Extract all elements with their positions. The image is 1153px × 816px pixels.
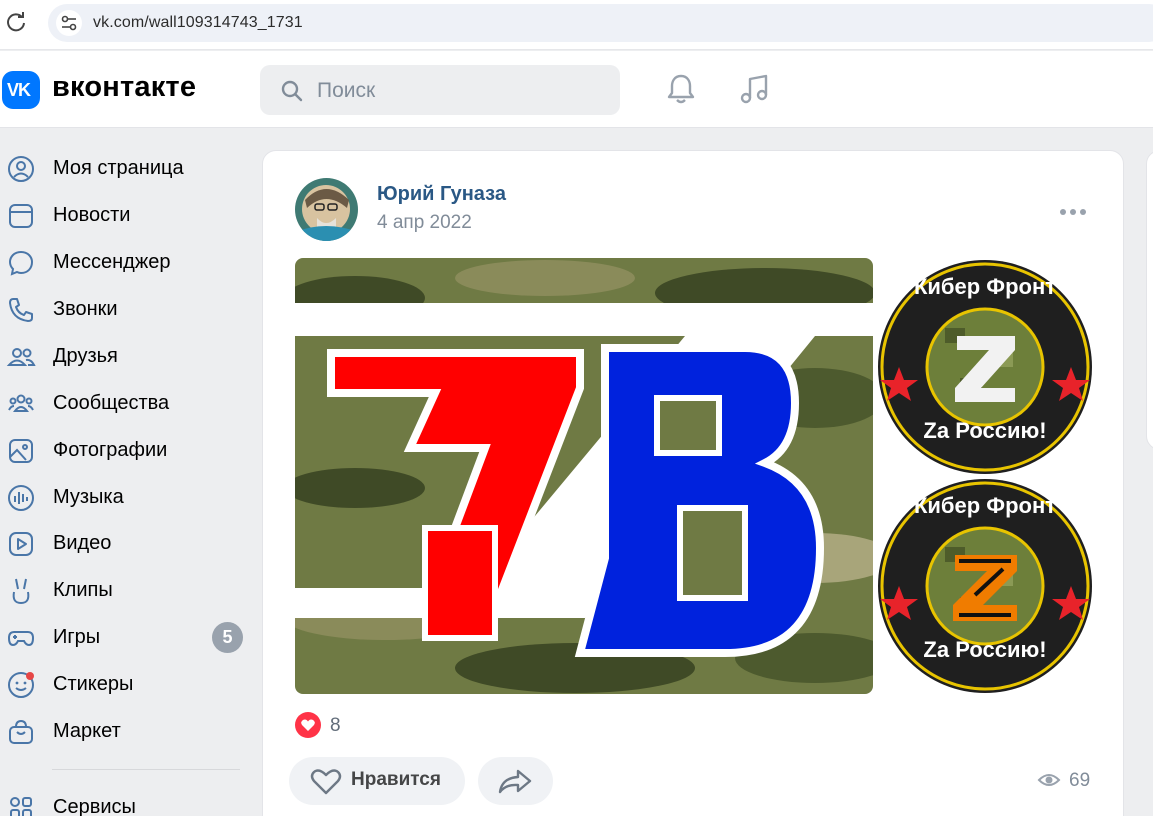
search-icon: [281, 80, 303, 102]
browser-toolbar: vk.com/wall109314743_1731: [0, 0, 1153, 50]
right-sidebar-card: [1146, 150, 1153, 450]
address-bar[interactable]: vk.com/wall109314743_1731: [48, 4, 1153, 42]
bell-icon[interactable]: [663, 71, 699, 107]
search-placeholder: Поиск: [317, 79, 376, 102]
menu-item-label: Новости: [53, 204, 131, 226]
bag-icon: [9, 719, 33, 744]
like-button-label: Нравится: [351, 769, 441, 790]
menu-item-photos[interactable]: Фотографии: [0, 430, 250, 470]
sticker-1-caption-bottom: Za Россию!: [923, 418, 1047, 443]
share-button[interactable]: [478, 757, 553, 805]
video-icon: [9, 532, 33, 556]
menu-item-label: Друзья: [53, 345, 118, 367]
menu-item-news[interactable]: Новости: [0, 195, 250, 235]
menu-item-games[interactable]: Игры 5: [0, 617, 250, 657]
views-count: 69: [1069, 770, 1091, 791]
menu-item-friends[interactable]: Друзья: [0, 336, 250, 376]
author-avatar[interactable]: [295, 178, 358, 241]
eye-icon: [1037, 774, 1061, 786]
vk-logo-icon[interactable]: VK: [2, 71, 40, 109]
sticker-badge-2[interactable]: Кибер Фронт Za Россию!: [875, 477, 1095, 695]
menu-item-label: Музыка: [53, 486, 124, 508]
user-circle-icon: [8, 156, 34, 182]
sticker-2-caption-bottom: Za Россию!: [923, 637, 1047, 662]
like-button[interactable]: Нравится: [289, 757, 465, 805]
menu-item-clips[interactable]: Клипы: [0, 570, 250, 610]
sticker-2-caption-top: Кибер Фронт: [913, 493, 1057, 518]
menu-divider: [52, 769, 240, 770]
reload-icon[interactable]: [4, 10, 28, 34]
gamepad-icon: [7, 631, 35, 647]
phone-icon: [9, 298, 33, 322]
menu-item-services[interactable]: Сервисы: [0, 787, 250, 816]
music-bars-icon: [8, 485, 34, 511]
menu-item-label: Моя страница: [53, 157, 184, 179]
menu-item-label: Видео: [53, 532, 112, 554]
chat-bubble-icon: [8, 250, 34, 276]
menu-item-my-page[interactable]: Моя страница: [0, 148, 250, 188]
menu-item-label: Клипы: [53, 579, 113, 601]
menu-item-label: Сервисы: [53, 796, 136, 816]
share-arrow-icon: [498, 769, 532, 794]
vk-top-header: VK вконтакте Поиск: [0, 51, 1153, 128]
grid-icon: [10, 797, 32, 816]
search-input[interactable]: Поиск: [260, 65, 620, 115]
post-date[interactable]: 4 апр 2022: [377, 212, 472, 234]
site-info-icon[interactable]: [56, 10, 82, 36]
heart-outline-icon: [310, 769, 342, 795]
menu-item-label: Фотографии: [53, 439, 168, 461]
games-count-badge: 5: [212, 622, 243, 653]
friends-icon: [6, 348, 36, 366]
menu-item-label: Звонки: [53, 298, 118, 320]
menu-item-calls[interactable]: Звонки: [0, 289, 250, 329]
menu-item-video[interactable]: Видео: [0, 523, 250, 563]
menu-item-label: Мессенджер: [53, 251, 171, 273]
post-photo[interactable]: [295, 258, 873, 694]
sticker-badge-1[interactable]: Кибер Фронт Za Россию!: [875, 258, 1095, 476]
menu-item-market[interactable]: Маркет: [0, 711, 250, 751]
menu-item-label: Игры: [53, 626, 101, 648]
photo-icon: [9, 439, 33, 463]
vk-wordmark[interactable]: вконтакте: [52, 71, 196, 104]
vk-logo-mark: VK: [7, 80, 31, 100]
reaction-count: 8: [330, 715, 341, 736]
menu-item-stickers[interactable]: Стикеры: [0, 664, 250, 704]
menu-item-label: Стикеры: [53, 673, 134, 695]
more-options-icon[interactable]: [1058, 206, 1088, 218]
sticker-1-caption-top: Кибер Фронт: [913, 274, 1057, 299]
menu-item-communities[interactable]: Сообщества: [0, 383, 250, 423]
post-author-link[interactable]: Юрий Гуназа: [377, 183, 506, 206]
communities-icon: [8, 394, 34, 412]
url-text: vk.com/wall109314743_1731: [93, 14, 303, 31]
menu-item-music[interactable]: Музыка: [0, 477, 250, 517]
music-icon[interactable]: [737, 71, 773, 107]
clips-icon: [12, 578, 30, 605]
menu-item-label: Маркет: [53, 720, 121, 742]
smile-icon: [8, 672, 34, 698]
heart-reaction-icon: [295, 712, 321, 738]
wall-post: Юрий Гуназа 4 апр 2022 Кибер Фронт Za Ро…: [262, 150, 1124, 816]
news-icon: [9, 204, 33, 228]
menu-item-label: Сообщества: [53, 392, 170, 414]
menu-item-messenger[interactable]: Мессенджер: [0, 242, 250, 282]
